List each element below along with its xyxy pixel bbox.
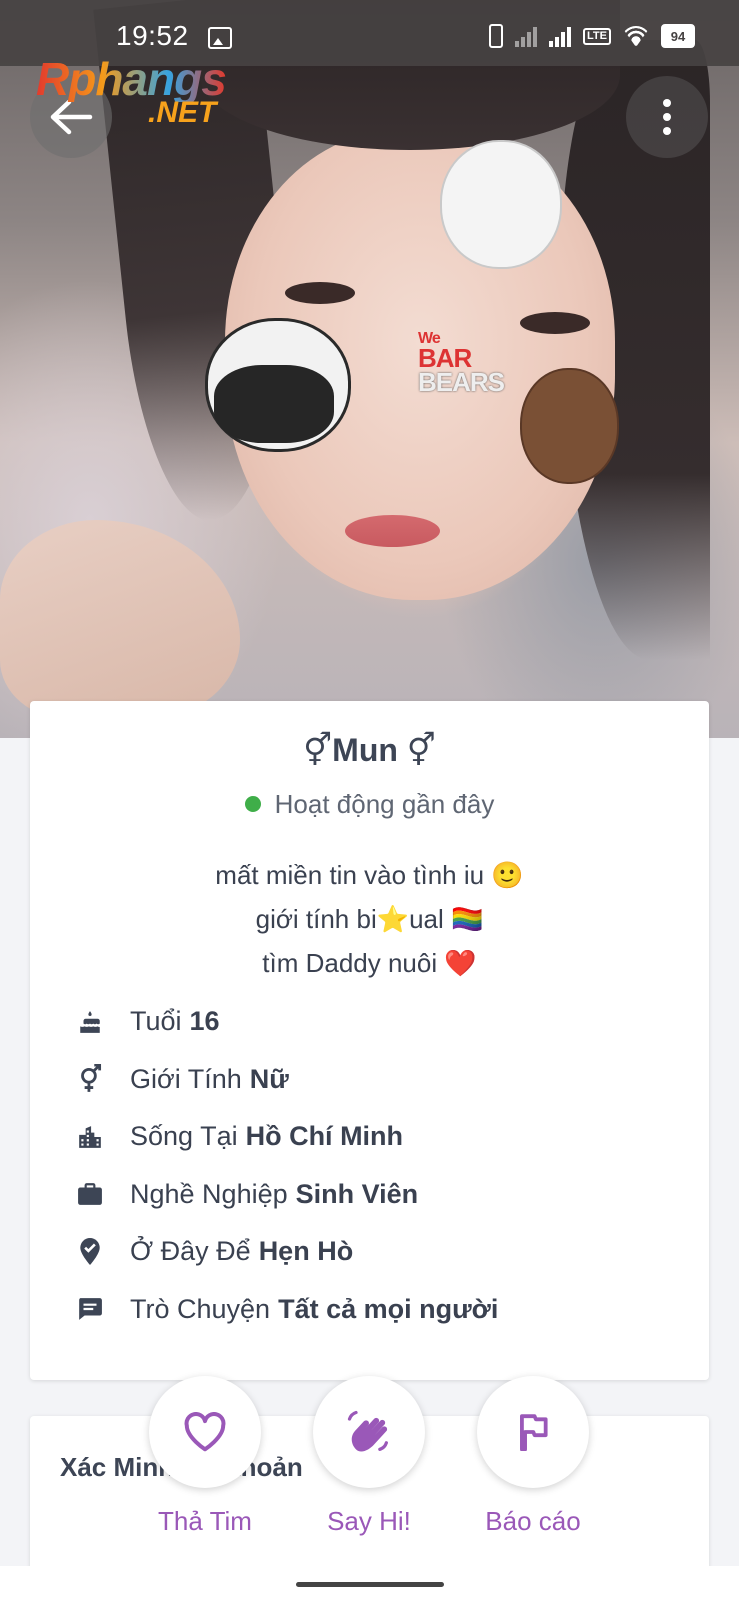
city-icon: [76, 1123, 104, 1151]
flag-icon: [520, 1414, 548, 1451]
report-button[interactable]: Báo cáo: [468, 1376, 598, 1537]
action-bar: Thả Tim Say Hi! Báo cáo: [0, 1376, 739, 1536]
logo-bears: BEARS: [418, 367, 505, 397]
detail-label: Ở Đây Để: [130, 1236, 251, 1267]
profile-bio: mất miền tin vào tình iu 🙂 giới tính bi⭐…: [30, 853, 709, 985]
more-dot-icon: [663, 127, 671, 135]
briefcase-icon: [76, 1180, 104, 1208]
detail-age: Tuổi 16: [76, 993, 498, 1051]
image-notification-icon: [208, 27, 232, 49]
signal-icon-1: [515, 25, 538, 47]
grizzly-sticker: [520, 368, 619, 484]
detail-value: Tất cả mọi người: [278, 1293, 499, 1324]
say-hi-label: Say Hi!: [327, 1506, 411, 1536]
detail-location: Sống Tại Hồ Chí Minh: [76, 1108, 498, 1166]
like-button[interactable]: Thả Tim: [140, 1376, 270, 1537]
report-label: Báo cáo: [485, 1506, 581, 1536]
photo-mouth: [345, 515, 440, 547]
detail-label: Trò Chuyện: [130, 1293, 271, 1324]
panda-sticker: [205, 318, 351, 452]
say-hi-button-circle[interactable]: [313, 1376, 425, 1488]
vibrate-icon: [489, 24, 504, 48]
detail-value: Hồ Chí Minh: [245, 1121, 404, 1152]
more-options-button[interactable]: [626, 76, 708, 158]
profile-name: ⚥Mun ⚥: [303, 732, 436, 768]
lte-icon: LTE: [583, 27, 611, 45]
detail-value: Hẹn Hò: [258, 1236, 354, 1267]
battery-icon: 94: [661, 24, 695, 48]
detail-label: Tuổi: [130, 1006, 182, 1037]
detail-label: Giới Tính: [130, 1063, 242, 1094]
ice-bear-sticker: [440, 140, 562, 269]
profile-card: ⚥Mun ⚥ Hoạt động gần đây mất miền tin và…: [30, 701, 709, 1380]
activity-status: Hoạt động gần đây: [30, 789, 709, 820]
location-check-icon: [76, 1237, 104, 1266]
like-label: Thả Tim: [158, 1506, 252, 1536]
profile-details: Tuổi 16 Giới Tính Nữ Sống Tại Hồ Chí Minh N…: [76, 993, 498, 1338]
status-time: 19:52: [116, 20, 189, 51]
report-button-circle[interactable]: [477, 1376, 589, 1488]
detail-occupation: Nghề Nghiệp Sinh Viên: [76, 1166, 498, 1224]
wave-hand-icon: [347, 1410, 388, 1452]
detail-chat: Trò Chuyện Tất cả mọi người: [76, 1281, 498, 1339]
wifi-icon: [623, 26, 649, 46]
chat-icon: [76, 1295, 104, 1323]
like-button-circle[interactable]: [149, 1376, 261, 1488]
photo-eye-right: [520, 312, 590, 334]
home-gesture-handle[interactable]: [296, 1582, 444, 1587]
status-icons: LTE 94: [489, 22, 695, 50]
gender-icon: [76, 1064, 104, 1093]
detail-gender: Giới Tính Nữ: [76, 1051, 498, 1109]
detail-label: Sống Tại: [130, 1121, 238, 1152]
bio-line: tìm Daddy nuôi ❤️: [262, 948, 477, 978]
heart-icon: [184, 1412, 226, 1452]
online-dot-icon: [244, 796, 261, 813]
system-navigation-bar: [0, 1566, 739, 1600]
detail-value: Nữ: [249, 1063, 289, 1094]
we-bare-bears-logo: We BAR BEARS: [418, 331, 505, 396]
photo-hand: [0, 520, 240, 720]
bio-line: mất miền tin vào tình iu 🙂: [215, 860, 524, 890]
more-dot-icon: [663, 99, 671, 107]
detail-value: 16: [189, 1006, 220, 1037]
detail-label: Nghề Nghiệp: [130, 1178, 288, 1209]
bio-line: giới tính bi⭐ual 🏳️‍🌈: [255, 904, 484, 934]
watermark-line2: .NET: [148, 96, 217, 129]
cake-icon: [76, 1008, 104, 1036]
activity-status-text: Hoạt động gần đây: [274, 789, 495, 819]
signal-icon-2: [549, 25, 572, 47]
more-dot-icon: [663, 113, 671, 121]
watermark-logo: Rphangs .NET: [36, 56, 227, 129]
detail-purpose: Ở Đây Để Hẹn Hò: [76, 1223, 498, 1281]
detail-value: Sinh Viên: [295, 1178, 419, 1209]
say-hi-button[interactable]: Say Hi!: [304, 1376, 434, 1537]
photo-eye-left: [285, 282, 355, 304]
